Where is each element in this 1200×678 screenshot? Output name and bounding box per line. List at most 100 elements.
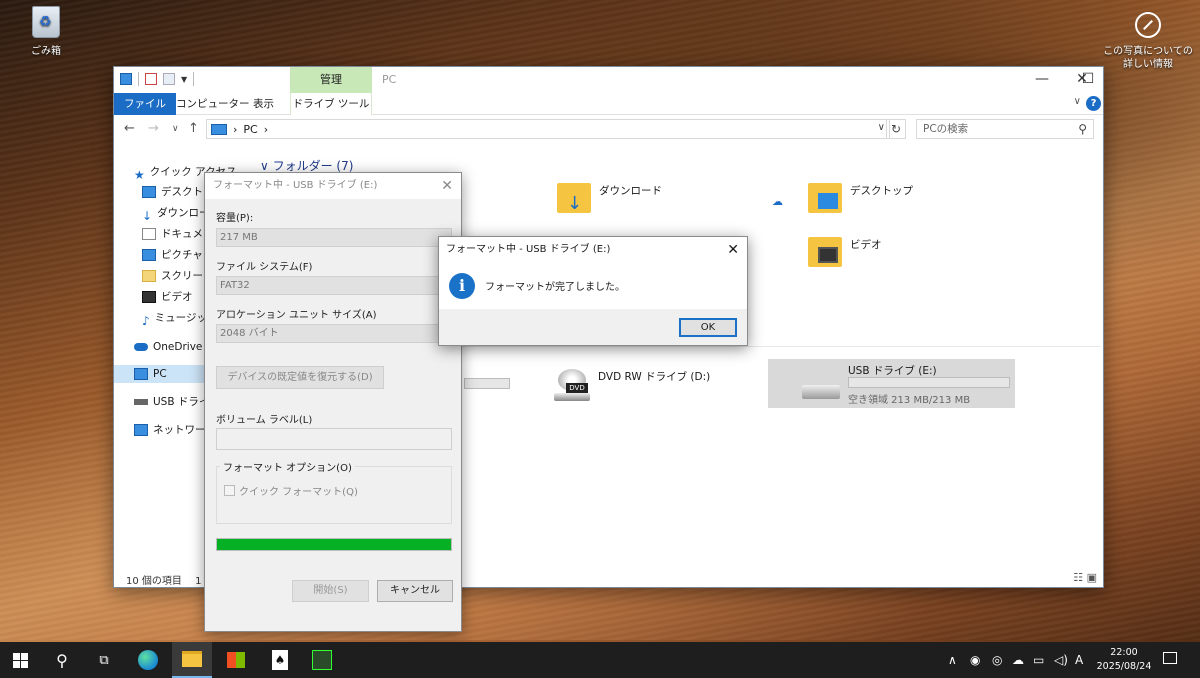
windows-logo-icon [12, 652, 28, 668]
ok-button[interactable]: OK [679, 318, 737, 337]
task-manager-icon[interactable] [302, 642, 342, 678]
edge-browser-icon[interactable] [128, 642, 168, 678]
dvd-drive[interactable]: DVD DVD RW ドライブ (D:) [554, 367, 754, 407]
allocation-size-select[interactable]: 2048 バイト [216, 324, 452, 343]
record-icon[interactable]: ◉ [970, 642, 980, 678]
new-folder-icon[interactable] [163, 73, 175, 85]
sidebar-item-pc[interactable]: PC [114, 365, 206, 383]
folder-icon [808, 237, 842, 267]
film-icon [142, 291, 156, 303]
task-view-icon[interactable]: ⧉ [84, 642, 124, 678]
search-input[interactable]: PCの検索 ⚲ [916, 119, 1094, 139]
clock-date: 2025/08/24 [1096, 661, 1152, 672]
folder-desktop[interactable]: デスクトップ [808, 183, 913, 213]
toolbar-separator [193, 72, 195, 86]
usb-drive-selected[interactable]: USB ドライブ (E:) 空き領域 213 MB/213 MB [768, 359, 1015, 408]
show-hidden-icons-icon[interactable]: ∧ [948, 642, 957, 678]
sidebar-item-label: OneDrive - [153, 341, 210, 353]
properties-icon[interactable] [145, 73, 157, 85]
chevron-down-icon[interactable]: ∨ [1074, 96, 1081, 107]
breadcrumb[interactable]: PC [243, 123, 257, 136]
folder-label: デスクトップ [850, 185, 913, 197]
back-arrow-icon[interactable]: ← [124, 121, 135, 136]
start-button[interactable]: 開始(S) [292, 580, 369, 602]
forward-arrow-icon[interactable]: → [148, 121, 159, 136]
status-extra: 1 [195, 576, 202, 587]
address-dropdown-icon[interactable]: ∨ [878, 122, 885, 133]
tab-drive-tools[interactable]: ドライブ ツール [290, 93, 372, 115]
manage-context-tab[interactable]: 管理 [290, 67, 372, 93]
onedrive-icon[interactable]: ☁ [1012, 642, 1024, 678]
search-icon[interactable]: ⚲ [42, 642, 82, 678]
breadcrumb-separator: › [263, 122, 269, 136]
start-button[interactable] [0, 642, 40, 678]
sidebar-item-label: ビデオ [161, 291, 193, 303]
solitaire-icon[interactable]: ♠ [260, 642, 300, 678]
title-bar: ▼ 管理 PC — ☐ ✕ [114, 67, 1103, 93]
help-icon[interactable]: ? [1086, 96, 1101, 111]
refresh-icon[interactable]: ↻ [886, 119, 906, 139]
folder-downloads[interactable]: ↓ ダウンロード [557, 183, 662, 214]
usb-drive-icon [802, 385, 840, 399]
photo-info-icon[interactable]: この写真についての詳しい情報 [1100, 12, 1196, 71]
checkbox-box[interactable] [224, 485, 235, 496]
close-button[interactable]: ✕ [1059, 67, 1105, 93]
volume-icon[interactable]: ◁) [1054, 642, 1068, 678]
window-title: PC [382, 73, 397, 86]
quick-format-checkbox[interactable]: クイック フォーマット(Q) [224, 483, 358, 498]
close-icon[interactable]: ✕ [441, 173, 453, 199]
tab-view[interactable]: 表示 [243, 93, 284, 115]
cancel-button[interactable]: キャンセル [377, 580, 453, 602]
store-icon[interactable] [216, 642, 256, 678]
star-icon: ★ [134, 168, 145, 182]
folder-videos[interactable]: ビデオ [808, 237, 882, 267]
clock[interactable]: 22:00 2025/08/24 [1094, 646, 1154, 674]
meet-now-icon[interactable]: ◎ [992, 642, 1002, 678]
recent-chevron-icon[interactable]: ∨ [172, 124, 179, 134]
film-icon [818, 247, 838, 263]
sidebar-item-pictures[interactable]: ピクチャ [142, 246, 203, 264]
sidebar-item-onedrive[interactable]: OneDrive - [134, 338, 210, 356]
file-explorer-taskbar-icon[interactable] [172, 642, 212, 678]
search-icon: ⚲ [1078, 122, 1087, 136]
notification-center-icon[interactable] [1163, 652, 1177, 664]
allocation-size-label: アロケーション ユニット サイズ(A) [216, 310, 377, 321]
restore-defaults-button[interactable]: デバイスの既定値を復元する(D) [216, 366, 384, 389]
view-toggle[interactable]: ☷ ▣ [1073, 571, 1097, 584]
details-view-icon[interactable]: ☷ [1073, 571, 1083, 584]
recycle-bin-label: ごみ箱 [31, 46, 61, 57]
recycle-bin-icon-image [32, 6, 60, 38]
ribbon: ファイル コンピューター 表示 ドライブ ツール ∨ ? [114, 93, 1103, 115]
photo-info-label: この写真についての詳しい情報 [1103, 46, 1193, 70]
capacity-select[interactable]: 217 MB [216, 228, 452, 247]
taskbar: ⚲ ⧉ ♠ ∧ ◉ ◎ ☁ ▭ ◁) A 22:00 2025/08/24 [0, 642, 1200, 678]
item-count: 10 個の項目 [126, 576, 182, 587]
cloud-icon [134, 343, 148, 351]
capacity-label: 容量(P): [216, 213, 254, 224]
usb-usage-bar [848, 377, 1010, 388]
message-box-titlebar: フォーマット中 - USB ドライブ (E:) ✕ [439, 237, 747, 263]
address-bar[interactable]: › PC › ∨ [206, 119, 890, 139]
filesystem-select[interactable]: FAT32 [216, 276, 452, 295]
recycle-bin-icon[interactable]: ごみ箱 [22, 6, 70, 57]
music-note-icon: ♪ [142, 314, 150, 328]
large-icons-view-icon[interactable]: ▣ [1087, 571, 1097, 584]
sidebar-item-videos[interactable]: ビデオ [142, 288, 193, 306]
quick-format-label: クイック フォーマット(Q) [239, 487, 358, 498]
network-icon[interactable]: ▭ [1033, 642, 1044, 678]
filesystem-label: ファイル システム(F) [216, 262, 313, 273]
sidebar-item-label: ピクチャ [161, 249, 203, 261]
up-arrow-icon[interactable]: ↑ [188, 121, 199, 136]
breadcrumb-separator: › [233, 122, 238, 136]
close-icon[interactable]: ✕ [727, 237, 739, 263]
pc-icon [134, 368, 148, 380]
volume-label-label: ボリューム ラベル(L) [216, 415, 313, 426]
dvd-drive-label: DVD RW ドライブ (D:) [598, 371, 711, 383]
folder-icon: ↓ [557, 183, 591, 214]
message-box-footer: OK [439, 309, 747, 345]
sidebar-item-label: PC [153, 368, 167, 380]
message-text: フォーマットが完了しました。 [485, 282, 625, 293]
volume-label-input[interactable] [216, 428, 452, 450]
input-method-icon[interactable]: A [1075, 642, 1083, 678]
customize-toolbar-icon[interactable]: ▼ [181, 75, 187, 84]
